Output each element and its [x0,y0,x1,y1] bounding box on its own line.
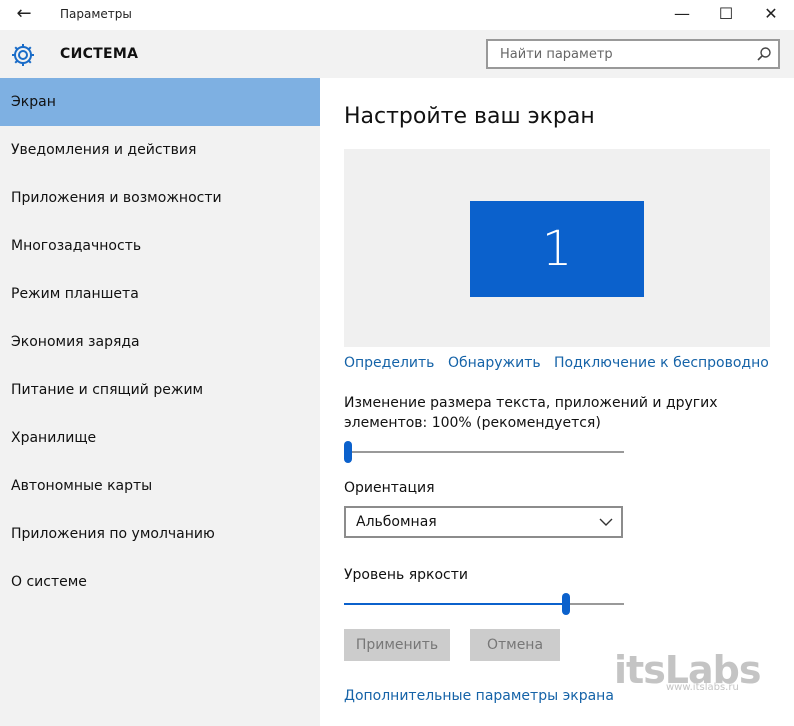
sidebar-item-tablet-mode[interactable]: Режим планшета [0,270,320,318]
search-placeholder: Найти параметр [500,47,613,62]
orientation-label: Ориентация [344,480,435,496]
scale-label-line1: Изменение размера текста, приложений и д… [344,395,718,411]
sidebar-item-storage[interactable]: Хранилище [0,414,320,462]
minimize-button[interactable]: — [660,0,704,30]
sidebar: Экран Уведомления и действия Приложения … [0,78,320,726]
detect-link[interactable]: Обнаружить [448,355,541,371]
search-input[interactable]: Найти параметр [486,39,780,69]
monitor-tile[interactable]: 1 [470,201,644,297]
gear-icon [12,44,34,66]
scale-slider-thumb[interactable] [344,441,352,463]
brightness-slider-thumb[interactable] [561,593,570,615]
sidebar-item-notifications[interactable]: Уведомления и действия [0,126,320,174]
cancel-button[interactable]: Отмена [470,629,560,661]
sidebar-item-power-sleep[interactable]: Питание и спящий режим [0,366,320,414]
scale-label-line2: элементов: 100% (рекомендуется) [344,415,601,431]
orientation-dropdown[interactable]: Альбомная [344,506,623,538]
window-title: Параметры [60,7,132,21]
display-preview: 1 [344,149,770,347]
chevron-down-icon [599,518,613,526]
wireless-display-link[interactable]: Подключение к беспроводном [554,355,770,371]
sidebar-item-about[interactable]: О системе [0,558,320,606]
sidebar-item-default-apps[interactable]: Приложения по умолчанию [0,510,320,558]
brightness-slider-fill [344,603,562,605]
section-title: СИСТЕМА [60,46,139,62]
sidebar-item-offline-maps[interactable]: Автономные карты [0,462,320,510]
sidebar-item-battery-saver[interactable]: Экономия заряда [0,318,320,366]
watermark-url: www.itslabs.ru [666,682,739,693]
apply-button[interactable]: Применить [344,629,450,661]
sidebar-item-display[interactable]: Экран [0,78,320,126]
identify-link[interactable]: Определить [344,355,434,371]
orientation-value: Альбомная [356,514,437,530]
sidebar-item-multitasking[interactable]: Многозадачность [0,222,320,270]
page-title: Настройте ваш экран [344,104,595,129]
advanced-display-settings-link[interactable]: Дополнительные параметры экрана [344,688,614,704]
back-arrow-icon[interactable]: ← [12,4,36,24]
brightness-label: Уровень яркости [344,567,468,583]
scale-slider-track[interactable] [344,451,624,453]
close-button[interactable]: ✕ [749,0,793,30]
watermark: itsLabs www.itslabs.ru [614,648,784,694]
maximize-button[interactable]: ☐ [704,0,748,30]
main-content: Настройте ваш экран 1 Определить Обнаруж… [320,78,794,726]
search-icon[interactable] [756,46,772,62]
title-bar: ← Параметры — ☐ ✕ [0,0,794,30]
sidebar-item-apps-features[interactable]: Приложения и возможности [0,174,320,222]
settings-header: СИСТЕМА Найти параметр [0,30,794,78]
